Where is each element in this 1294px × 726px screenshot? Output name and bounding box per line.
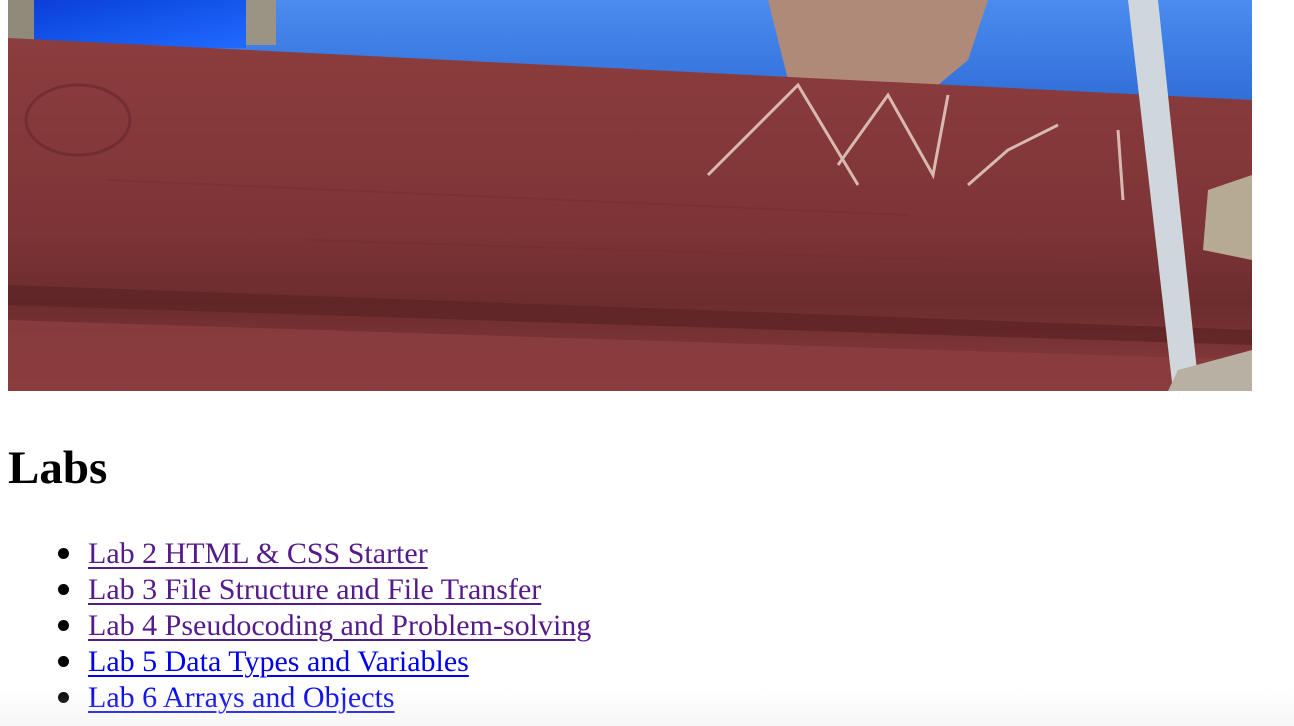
bullet-icon: [58, 656, 69, 667]
bullet-icon: [58, 548, 69, 559]
photo-image: [8, 0, 1252, 391]
page: Labs Lab 2 HTML & CSS Starter Lab 3 File…: [0, 0, 1294, 726]
bullet-icon: [58, 692, 69, 703]
page-title: Labs: [8, 442, 108, 494]
list-item: Lab 2 HTML & CSS Starter: [58, 536, 591, 572]
lab-list: Lab 2 HTML & CSS Starter Lab 3 File Stru…: [48, 536, 591, 716]
lab-2-link[interactable]: Lab 2 HTML & CSS Starter: [88, 537, 428, 570]
lab-3-link[interactable]: Lab 3 File Structure and File Transfer: [88, 573, 541, 606]
bullet-icon: [58, 584, 69, 595]
lab-4-link[interactable]: Lab 4 Pseudocoding and Problem-solving: [88, 609, 591, 642]
list-item: Lab 4 Pseudocoding and Problem-solving: [58, 608, 591, 644]
hero-photo: [8, 0, 1252, 391]
list-item: Lab 5 Data Types and Variables: [58, 644, 591, 680]
lab-5-link[interactable]: Lab 5 Data Types and Variables: [88, 645, 469, 678]
bullet-icon: [58, 620, 69, 631]
list-item: Lab 3 File Structure and File Transfer: [58, 572, 591, 608]
lab-6-link[interactable]: Lab 6 Arrays and Objects: [88, 681, 395, 714]
list-item: Lab 6 Arrays and Objects: [58, 680, 591, 716]
